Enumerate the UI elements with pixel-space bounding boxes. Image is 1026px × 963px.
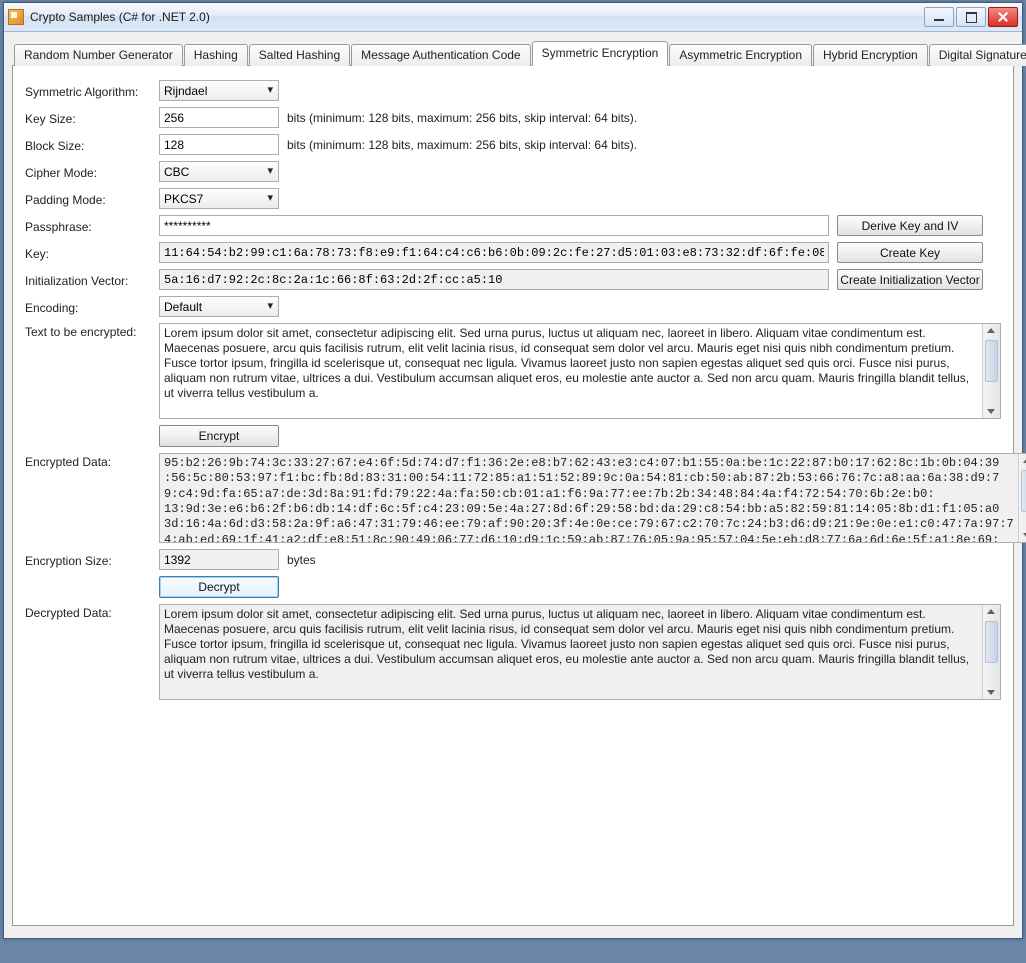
button-derive-key-iv[interactable]: Derive Key and IV (837, 215, 983, 236)
combo-encoding[interactable]: Default (159, 296, 279, 317)
label-block-size: Block Size: (25, 137, 151, 153)
tab-hybrid[interactable]: Hybrid Encryption (813, 44, 928, 66)
label-cipher-mode: Cipher Mode: (25, 164, 151, 180)
window-title: Crypto Samples (C# for .NET 2.0) (30, 10, 924, 24)
tab-symmetric[interactable]: Symmetric Encryption (532, 41, 669, 66)
combo-sym-algo[interactable]: Rijndael (159, 80, 279, 101)
textarea-plaintext-content: Lorem ipsum dolor sit amet, consectetur … (160, 324, 982, 418)
scrollbar-plaintext[interactable] (982, 324, 1000, 418)
input-key-size[interactable] (159, 107, 279, 128)
tab-rng[interactable]: Random Number Generator (14, 44, 183, 66)
tab-mac[interactable]: Message Authentication Code (351, 44, 530, 66)
window-buttons (924, 7, 1018, 27)
textarea-plaintext[interactable]: Lorem ipsum dolor sit amet, consectetur … (159, 323, 1001, 419)
client-area: Random Number Generator Hashing Salted H… (4, 32, 1022, 938)
label-key-size: Key Size: (25, 110, 151, 126)
tab-asymmetric[interactable]: Asymmetric Encryption (669, 44, 812, 66)
textarea-decrypted-content: Lorem ipsum dolor sit amet, consectetur … (160, 605, 982, 699)
label-sym-algo: Symmetric Algorithm: (25, 83, 151, 99)
label-encryption-size: Encryption Size: (25, 552, 151, 568)
maximize-button[interactable] (956, 7, 986, 27)
tab-salted-hashing[interactable]: Salted Hashing (249, 44, 350, 66)
hint-encryption-size: bytes (287, 553, 316, 567)
textarea-decrypted[interactable]: Lorem ipsum dolor sit amet, consectetur … (159, 604, 1001, 700)
tab-hashing[interactable]: Hashing (184, 44, 248, 66)
hint-block-size: bits (minimum: 128 bits, maximum: 256 bi… (287, 138, 637, 152)
label-encoding: Encoding: (25, 299, 151, 315)
label-padding-mode: Padding Mode: (25, 191, 151, 207)
output-iv[interactable] (159, 269, 829, 290)
hint-key-size: bits (minimum: 128 bits, maximum: 256 bi… (287, 111, 637, 125)
textarea-encrypted[interactable]: 95:b2:26:9b:74:3c:33:27:67:e4:6f:5d:74:d… (159, 453, 1026, 543)
button-encrypt[interactable]: Encrypt (159, 425, 279, 447)
combo-sym-algo-value: Rijndael (164, 84, 207, 98)
close-button[interactable] (988, 7, 1018, 27)
tab-signature[interactable]: Digital Signature (929, 44, 1026, 66)
combo-cipher-mode[interactable]: CBC (159, 161, 279, 182)
combo-padding-mode-value: PKCS7 (164, 192, 203, 206)
button-create-iv[interactable]: Create Initialization Vector (837, 269, 983, 290)
tab-strip: Random Number Generator Hashing Salted H… (12, 40, 1014, 66)
label-text-to-encrypt: Text to be encrypted: (25, 323, 151, 339)
input-passphrase[interactable] (159, 215, 829, 236)
label-passphrase: Passphrase: (25, 218, 151, 234)
button-create-key[interactable]: Create Key (837, 242, 983, 263)
titlebar[interactable]: Crypto Samples (C# for .NET 2.0) (4, 3, 1022, 32)
minimize-button[interactable] (924, 7, 954, 27)
output-encryption-size[interactable] (159, 549, 279, 570)
app-window: Crypto Samples (C# for .NET 2.0) Random … (3, 2, 1023, 939)
scrollbar-encrypted[interactable] (1018, 454, 1026, 542)
combo-cipher-mode-value: CBC (164, 165, 189, 179)
output-key[interactable] (159, 242, 829, 263)
label-decrypted-data: Decrypted Data: (25, 604, 151, 620)
label-encrypted-data: Encrypted Data: (25, 453, 151, 469)
tabpage-symmetric: Symmetric Algorithm: Rijndael Key Size: … (12, 66, 1014, 926)
label-key: Key: (25, 245, 151, 261)
app-icon (8, 9, 24, 25)
combo-padding-mode[interactable]: PKCS7 (159, 188, 279, 209)
scrollbar-decrypted[interactable] (982, 605, 1000, 699)
button-decrypt[interactable]: Decrypt (159, 576, 279, 598)
combo-encoding-value: Default (164, 300, 202, 314)
label-iv: Initialization Vector: (25, 272, 151, 288)
input-block-size[interactable] (159, 134, 279, 155)
textarea-encrypted-content: 95:b2:26:9b:74:3c:33:27:67:e4:6f:5d:74:d… (160, 454, 1018, 542)
